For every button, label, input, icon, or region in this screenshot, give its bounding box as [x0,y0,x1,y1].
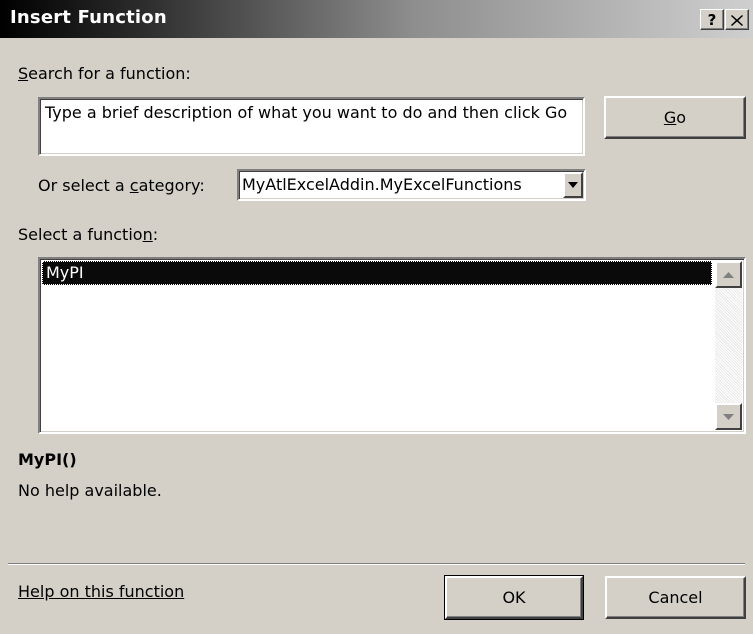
go-button[interactable]: Go [604,96,746,139]
functions-label-access-key: n [142,225,153,244]
functions-label-rest: : [152,225,159,244]
search-label: Search for a function: [18,64,191,83]
footer-divider [8,563,745,565]
close-button[interactable] [725,9,749,30]
go-label-rest: o [676,108,687,127]
close-icon [731,15,743,26]
cancel-button[interactable]: Cancel [605,576,746,619]
scroll-down-arrow-icon [723,413,734,420]
category-label-prefix: Or select a [38,176,130,195]
go-access-key: G [663,108,677,127]
help-button[interactable]: ? [700,9,724,30]
function-list[interactable]: MyPI [38,257,746,434]
category-select[interactable]: MyAtlExcelAddin.MyExcelFunctions [237,169,586,201]
category-label: Or select a category: [38,176,205,195]
insert-function-dialog: Insert Function ? Search for a function:… [0,0,753,634]
category-selected-value: MyAtlExcelAddin.MyExcelFunctions [242,175,522,194]
scroll-down-button[interactable] [715,403,742,430]
ok-button[interactable]: OK [444,575,584,620]
list-item[interactable]: MyPI [42,261,712,285]
functions-label-prefix: Select a functio [18,225,143,244]
window-title: Insert Function [10,7,167,28]
category-dropdown-button[interactable] [563,172,583,198]
help-on-function-link[interactable]: Help on this function [18,582,184,601]
chevron-down-icon [568,182,578,188]
search-input[interactable]: Type a brief description of what you wan… [38,97,585,156]
search-label-access-key: S [18,64,29,83]
category-label-rest: ategory: [138,176,205,195]
function-description: No help available. [18,481,162,500]
functions-label: Select a function: [18,225,158,244]
search-label-rest: earch for a function: [28,64,191,83]
scroll-up-button[interactable] [715,261,742,288]
category-label-access-key: c [129,176,139,195]
function-list-scrollbar[interactable] [715,261,742,430]
function-signature: MyPI() [18,450,77,469]
title-bar[interactable]: Insert Function ? [0,0,753,38]
scroll-up-arrow-icon [723,271,734,278]
go-button-label: Go [664,108,686,127]
search-input-text: Type a brief description of what you wan… [45,103,568,122]
